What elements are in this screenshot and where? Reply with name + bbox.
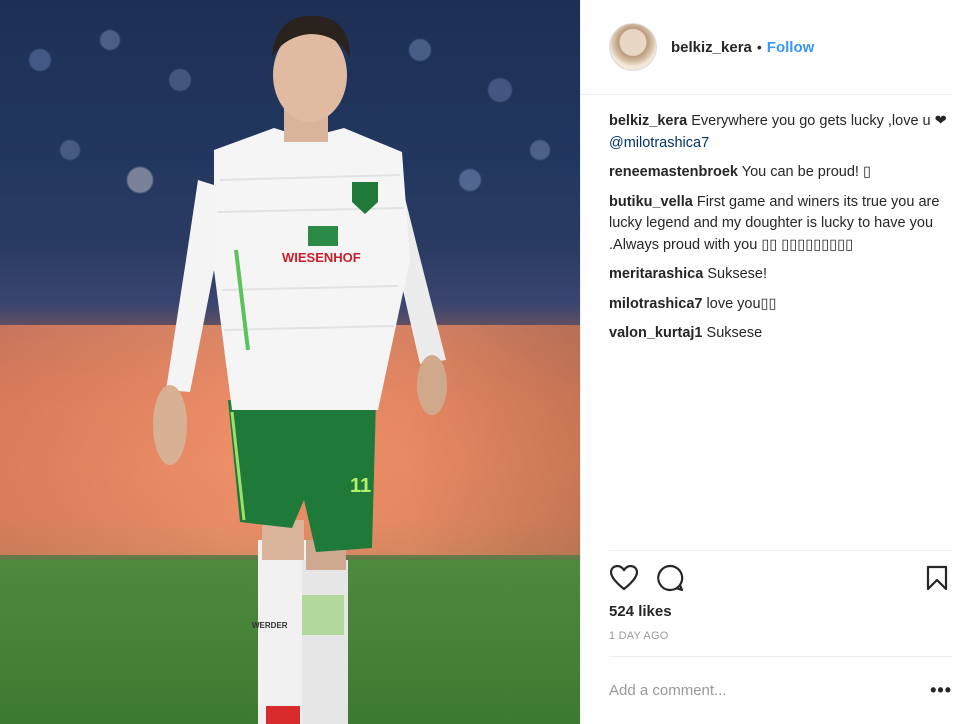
left-hand bbox=[153, 385, 187, 465]
heart-icon[interactable] bbox=[609, 563, 639, 593]
sock-stripe bbox=[302, 595, 344, 635]
comment-mention[interactable]: @milotrashica7 bbox=[609, 135, 709, 151]
comments-list: belkiz_kera Everywhere you go gets lucky… bbox=[581, 95, 980, 345]
avatar[interactable] bbox=[609, 23, 657, 71]
comment-username[interactable]: meritarashica bbox=[609, 266, 703, 282]
left-leg bbox=[258, 540, 306, 724]
list-item: milotrashica7 love you▯▯ bbox=[609, 294, 952, 316]
add-comment-input[interactable]: Add a comment... bbox=[609, 682, 930, 699]
list-item: butiku_vella First game and winers its t… bbox=[609, 192, 952, 257]
comment-text: Suksese bbox=[706, 325, 763, 341]
post-photo[interactable]: WIESENHOF 11 WERDER bbox=[0, 0, 580, 724]
caption-comment: belkiz_kera Everywhere you go gets lucky… bbox=[609, 111, 952, 154]
author-username[interactable]: belkiz_kera bbox=[671, 39, 752, 56]
follow-button[interactable]: Follow bbox=[767, 39, 815, 56]
header-separator: • bbox=[756, 39, 762, 55]
comment-text: love you▯▯ bbox=[706, 295, 777, 312]
sponsor-logo bbox=[308, 226, 338, 246]
likes-count[interactable]: 524 likes bbox=[609, 603, 952, 620]
comment-username[interactable]: belkiz_kera bbox=[609, 113, 687, 129]
post-header: belkiz_kera • Follow bbox=[581, 0, 952, 95]
comment-username[interactable]: butiku_vella bbox=[609, 194, 693, 210]
more-options-button[interactable]: ••• bbox=[930, 680, 952, 701]
post-side-panel: belkiz_kera • Follow belkiz_kera Everywh… bbox=[580, 0, 980, 724]
instagram-post: WIESENHOF 11 WERDER belkiz_kera • Follow… bbox=[0, 0, 980, 724]
shorts-number: 11 bbox=[350, 475, 371, 497]
comment-text: You can be proud! ▯ bbox=[741, 164, 871, 180]
jersey bbox=[214, 128, 410, 410]
boot bbox=[266, 706, 300, 724]
player-figure: WIESENHOF 11 WERDER bbox=[153, 15, 447, 724]
post-timestamp[interactable]: 1 DAY AGO bbox=[609, 630, 952, 642]
actions-bar: 524 likes 1 DAY AGO bbox=[609, 550, 952, 642]
add-comment-bar: Add a comment... ••• bbox=[609, 656, 952, 724]
action-icons bbox=[609, 563, 952, 593]
list-item: reneemastenbroek You can be proud! ▯ bbox=[609, 162, 952, 184]
comment-text: Everywhere you go gets lucky ,love u ❤ bbox=[691, 113, 947, 129]
comment-username[interactable]: reneemastenbroek bbox=[609, 164, 738, 180]
comment-text: Suksese! bbox=[707, 266, 767, 282]
comment-username[interactable]: valon_kurtaj1 bbox=[609, 325, 703, 341]
right-hand bbox=[417, 355, 447, 415]
list-item: valon_kurtaj1 Suksese bbox=[609, 323, 952, 345]
right-leg bbox=[302, 560, 348, 724]
comment-icon[interactable] bbox=[655, 563, 685, 593]
sock-text: WERDER bbox=[252, 621, 288, 630]
list-item: meritarashica Suksese! bbox=[609, 264, 952, 286]
jersey-sponsor-text: WIESENHOF bbox=[282, 250, 361, 265]
comment-username[interactable]: milotrashica7 bbox=[609, 296, 703, 312]
bookmark-icon[interactable] bbox=[922, 563, 952, 593]
